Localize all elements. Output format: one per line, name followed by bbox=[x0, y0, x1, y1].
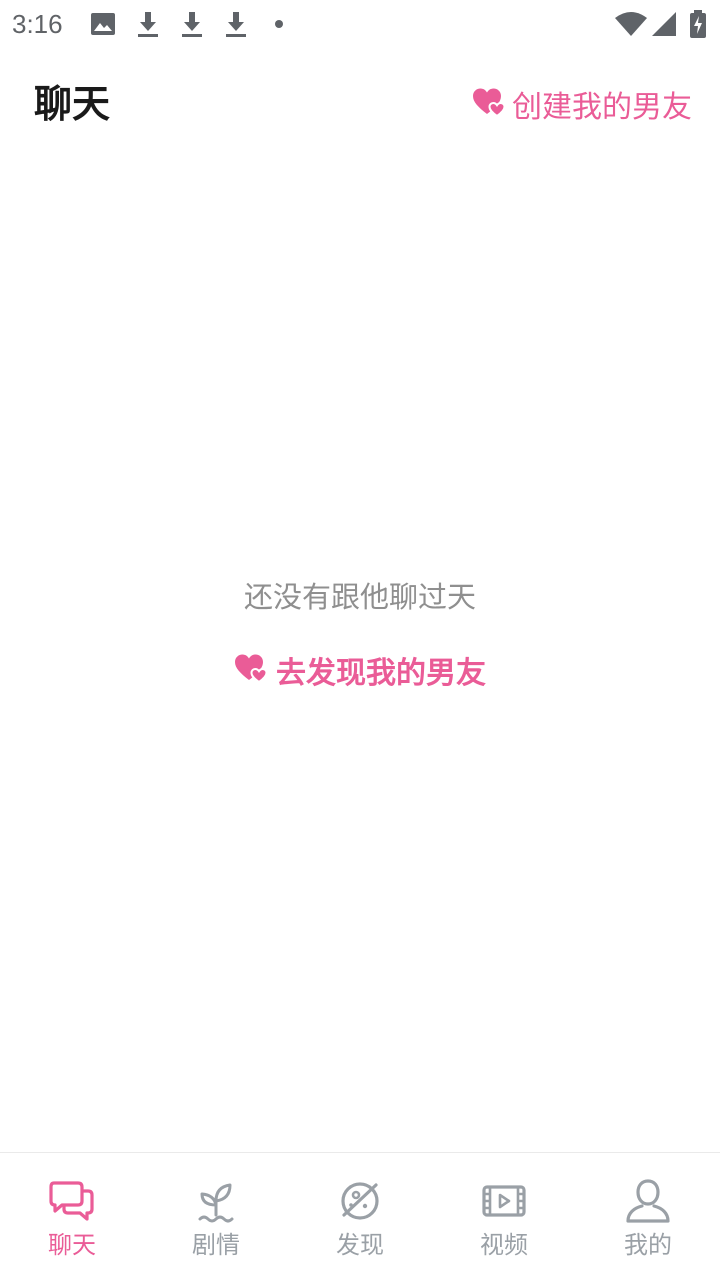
nav-tab-story[interactable]: 剧情 bbox=[144, 1153, 288, 1280]
nav-label-video: 视频 bbox=[480, 1231, 528, 1259]
nav-tab-discover[interactable]: 发现 bbox=[288, 1153, 432, 1280]
bottom-nav: 聊天 剧情 发现 视频 我的 bbox=[0, 1152, 720, 1280]
wifi-icon bbox=[614, 10, 648, 38]
nav-label-discover: 发现 bbox=[336, 1231, 384, 1259]
nav-tab-chat[interactable]: 聊天 bbox=[0, 1153, 144, 1280]
empty-state-message: 还没有跟他聊过天 bbox=[243, 580, 476, 614]
discover-boyfriend-button[interactable]: 去发现我的男友 bbox=[234, 648, 486, 692]
image-notification-icon bbox=[90, 10, 116, 38]
nav-label-profile: 我的 bbox=[624, 1231, 672, 1259]
signal-icon bbox=[652, 10, 678, 38]
download-icon bbox=[136, 10, 160, 38]
nav-label-chat: 聊天 bbox=[48, 1231, 96, 1259]
nav-label-story: 剧情 bbox=[192, 1231, 240, 1259]
double-heart-icon bbox=[234, 653, 268, 687]
double-heart-icon bbox=[472, 87, 506, 121]
nav-tab-video[interactable]: 视频 bbox=[432, 1153, 576, 1280]
create-boyfriend-button[interactable]: 创建我的男友 bbox=[472, 82, 692, 126]
download-icon bbox=[180, 10, 204, 38]
chat-screen: 3:16 聊天 创建我的男友 还没有跟他聊过天 去发现我的男友 聊天 剧情 发现… bbox=[0, 0, 720, 1280]
header: 聊天 创建我的男友 bbox=[0, 60, 720, 150]
discover-boyfriend-label: 去发现我的男友 bbox=[276, 656, 486, 691]
film-icon bbox=[482, 1185, 526, 1217]
empty-state: 还没有跟他聊过天 去发现我的男友 bbox=[0, 572, 720, 692]
status-time: 3:16 bbox=[12, 9, 63, 39]
nav-tab-profile[interactable]: 我的 bbox=[576, 1153, 720, 1280]
sprout-icon bbox=[198, 1183, 234, 1223]
page-title: 聊天 bbox=[34, 82, 111, 126]
planet-icon bbox=[341, 1182, 379, 1220]
profile-icon bbox=[626, 1179, 670, 1223]
create-boyfriend-label: 创建我的男友 bbox=[512, 90, 692, 125]
download-icon bbox=[224, 10, 248, 38]
chat-icon bbox=[49, 1181, 94, 1221]
more-notifications-dot-icon bbox=[272, 10, 286, 38]
battery-charging-icon bbox=[690, 10, 706, 38]
status-bar: 3:16 bbox=[0, 0, 720, 48]
